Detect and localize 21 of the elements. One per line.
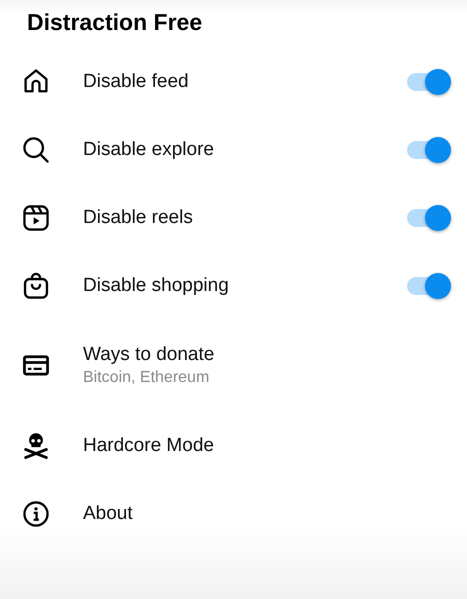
item-label: Disable reels bbox=[83, 206, 193, 230]
item-label: Disable explore bbox=[83, 138, 214, 162]
page-title: Distraction Free bbox=[26, 8, 204, 37]
menu-item[interactable]: Ways to donate Bitcoin, Ethereum bbox=[0, 320, 467, 412]
menu-item[interactable]: Disable reels bbox=[0, 184, 467, 252]
video-icon bbox=[21, 203, 51, 233]
menu-item[interactable]: About bbox=[0, 480, 467, 548]
menu-item[interactable]: Hardcore Mode bbox=[0, 412, 467, 480]
item-label: Disable feed bbox=[83, 70, 189, 94]
skull-crossbones-icon bbox=[21, 431, 51, 461]
item-label: Disable shopping bbox=[83, 274, 229, 298]
item-subtitle: Bitcoin, Ethereum bbox=[83, 368, 210, 388]
menu-item[interactable]: Disable feed bbox=[0, 48, 467, 116]
menu-item[interactable]: Disable explore bbox=[0, 116, 467, 184]
item-label: Ways to donate bbox=[83, 343, 214, 367]
info-icon bbox=[21, 499, 51, 529]
search-icon bbox=[21, 135, 51, 165]
item-label: About bbox=[83, 502, 133, 526]
item-label: Hardcore Mode bbox=[83, 434, 214, 458]
menu-item[interactable]: Disable shopping bbox=[0, 252, 467, 320]
shopping-bag-icon bbox=[21, 271, 51, 301]
